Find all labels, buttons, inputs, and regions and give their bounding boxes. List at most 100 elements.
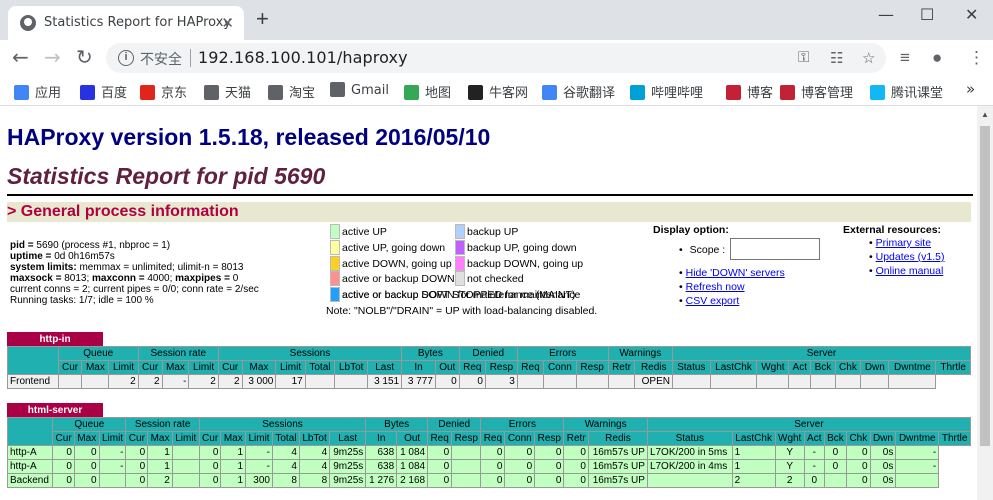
table-cell[interactable]: 1 — [731, 459, 776, 474]
bookmark-7[interactable]: 牛客网 — [468, 82, 528, 101]
hide-down-servers-link[interactable]: Hide 'DOWN' servers — [686, 267, 785, 279]
table-cell: 0 — [427, 445, 453, 460]
legend-swatch — [455, 224, 465, 239]
table-cell — [575, 374, 609, 389]
bookmark-10[interactable]: 博客 — [726, 82, 773, 101]
star-icon[interactable]: ☆ — [862, 49, 875, 67]
table-cell: 0 — [198, 473, 222, 488]
forward-icon[interactable]: → — [44, 47, 61, 67]
close-tab-icon[interactable]: ✕ — [221, 14, 234, 32]
proxy-name-http-in[interactable]: http-in — [7, 332, 103, 347]
table-cell[interactable]: 2 — [731, 473, 776, 488]
table-cell — [756, 374, 790, 389]
profile-avatar-icon[interactable]: ● — [932, 48, 942, 68]
csdn-icon — [780, 85, 795, 100]
maximize-icon[interactable]: ☐ — [920, 5, 934, 24]
bookmark-2[interactable]: 京东 — [140, 82, 187, 101]
running-tasks-line: Running tasks: 1/7; idle = 100 % — [10, 295, 154, 306]
legend-item: active UP — [330, 224, 387, 240]
legend-item: backup DOWN, going up — [455, 256, 583, 272]
address-bar[interactable]: i 不安全 192.168.100.101/haproxy ⚿ ☷ ☆ — [106, 43, 886, 73]
column-header: Last — [367, 360, 403, 375]
primary-site-link[interactable]: Primary site — [876, 237, 931, 249]
column-header: Chk — [846, 431, 871, 446]
table-cell: 0 — [534, 473, 565, 488]
info-icon[interactable]: i — [118, 50, 134, 66]
external-resources-title: External resources: — [843, 224, 942, 236]
column-header: Wght — [774, 431, 805, 446]
column-header: Dwn — [869, 431, 897, 446]
legend-label: active DOWN, going up — [342, 258, 452, 270]
table-cell: 0 — [846, 459, 871, 474]
legend-label: not checked — [467, 273, 524, 285]
pid-value: 5690 (process #1, nbproc = 1) — [36, 240, 171, 251]
table-cell[interactable] — [709, 374, 758, 389]
browser-tab[interactable]: Statistics Report for HAProxy ✕ — [8, 6, 244, 40]
url-text[interactable]: 192.168.100.101/haproxy — [198, 48, 408, 67]
bullet: • — [679, 267, 683, 279]
back-icon[interactable]: ← — [12, 47, 29, 67]
corner-header — [6, 417, 54, 446]
table-cell: 0 — [52, 459, 75, 474]
bookmark-8[interactable]: 谷歌翻译 — [542, 82, 615, 101]
bookmark-0[interactable]: 应用 — [14, 82, 61, 101]
scrollbar-thumb[interactable] — [980, 126, 990, 446]
table-cell: 4 — [298, 459, 331, 474]
column-header: Resp — [451, 431, 482, 446]
row-name-cell[interactable]: Backend — [6, 473, 54, 488]
reload-icon[interactable]: ↻ — [76, 47, 93, 67]
column-header: Max — [73, 431, 100, 446]
legend-swatch — [330, 240, 340, 255]
updates-link[interactable]: Updates (v1.5) — [876, 251, 945, 263]
key-icon[interactable]: ⚿ — [798, 49, 809, 66]
table-cell — [171, 459, 200, 474]
vertical-scrollbar[interactable]: ▲ — [977, 106, 993, 500]
apps-grid-icon — [14, 85, 29, 100]
bookmark-1[interactable]: 百度 — [80, 82, 127, 101]
display-options: Display option: • Scope : • Hide 'DOWN' … — [653, 224, 821, 307]
column-header: Req — [427, 431, 453, 446]
bookmark-12[interactable]: 腾讯课堂 — [870, 82, 943, 101]
bullet: • — [679, 281, 683, 293]
media-queue-icon[interactable]: ≡ — [900, 48, 910, 68]
bookmark-4[interactable]: 淘宝 — [268, 82, 315, 101]
minimize-icon[interactable]: — — [878, 5, 894, 24]
translate-icon[interactable]: ☷ — [830, 49, 843, 67]
online-manual-link[interactable]: Online manual — [876, 265, 944, 277]
bookmark-3[interactable]: 天猫 — [204, 82, 251, 101]
scope-input[interactable] — [730, 238, 821, 260]
table-cell[interactable]: 1 — [731, 445, 776, 460]
more-bookmarks-icon[interactable]: » — [966, 80, 975, 98]
row-name-cell[interactable]: Frontend — [7, 374, 59, 389]
table-cell: 0 — [504, 445, 536, 460]
table-cell: 3 777 — [401, 374, 436, 389]
bookmark-9[interactable]: 哔哩哔哩 — [630, 82, 703, 101]
table-cell: 1 — [220, 473, 247, 488]
csv-export-link[interactable]: CSV export — [686, 295, 740, 307]
row-name-cell[interactable]: http-A — [6, 445, 54, 460]
table-cell: 8 — [298, 473, 331, 488]
group-header: Errors — [480, 417, 565, 432]
general-info-header: > General process information — [7, 202, 971, 222]
bookmark-6[interactable]: 地图 — [404, 82, 451, 101]
stats-table-http-in: Queue Session rate Sessions Bytes Denied Erro… — [7, 346, 972, 389]
new-tab-button[interactable]: + — [256, 8, 269, 30]
browser-toolbar: ← → ↻ i 不安全 192.168.100.101/haproxy ⚿ ☷ … — [0, 40, 993, 76]
proxy-name-html-server[interactable]: html-server — [7, 403, 103, 418]
scroll-up-icon[interactable]: ▲ — [981, 110, 989, 119]
table-cell — [834, 374, 862, 389]
close-window-icon[interactable]: ✕ — [965, 5, 978, 24]
column-header: Thrtle — [938, 431, 971, 446]
refresh-now-link[interactable]: Refresh now — [686, 281, 745, 293]
bookmark-5[interactable]: Gmail — [330, 82, 389, 98]
bookmark-11[interactable]: 博客管理 — [780, 82, 853, 101]
divider — [190, 49, 191, 67]
column-header: Limit — [171, 431, 200, 446]
column-header: Bck — [810, 360, 836, 375]
group-header: Server — [671, 346, 972, 361]
row-name-cell[interactable]: http-A — [6, 459, 54, 474]
column-header: LbTot — [334, 360, 369, 375]
bookmark-label: 京东 — [161, 86, 188, 101]
legend-swatch — [330, 256, 340, 271]
menu-kebab-icon[interactable]: ⋮ — [968, 48, 985, 68]
